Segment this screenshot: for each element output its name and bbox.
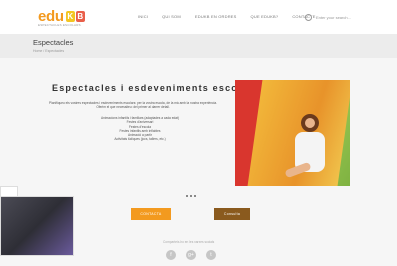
nav-item-qui-som[interactable]: QUI SOM [162, 14, 181, 19]
logo-k-block: K [65, 10, 75, 22]
carousel-dot[interactable] [194, 195, 196, 197]
site-header: edu K B ESPECTACLES ESCOLARS INICI QUI S… [0, 0, 397, 35]
facebook-icon[interactable]: f [166, 250, 176, 260]
overlay-thumbnail[interactable] [0, 196, 74, 256]
section-heading: Espectacles i esdeveniments escolars [52, 83, 259, 93]
consulta-button[interactable]: Consulta [214, 208, 250, 220]
carousel-dot[interactable] [190, 195, 192, 197]
logo-b-block: B [75, 10, 85, 22]
services-list: Animacions infantils i familiars (adapta… [80, 116, 200, 142]
carousel-dot[interactable] [186, 195, 188, 197]
twitter-icon[interactable]: t [206, 250, 216, 260]
search-icon[interactable] [305, 14, 312, 21]
hero-photo [235, 80, 350, 186]
logo-tagline: ESPECTACLES ESCOLARS [38, 23, 81, 27]
social-links: f g+ t [166, 250, 226, 260]
logo-edu-text: edu [38, 7, 64, 25]
share-label: Comparteix-ho en les xarxes socials [163, 240, 215, 244]
contacta-button[interactable]: CONTACTA [131, 208, 171, 220]
photo-child-head [301, 114, 319, 132]
main-nav: INICI QUI SOM EDUKB EN ORDRES QUE EDUKB?… [138, 14, 330, 19]
logo-kb-blocks: K B [65, 10, 85, 22]
breadcrumb[interactable]: Home / Espectacles [33, 49, 64, 53]
search-box[interactable]: Enter your search... [305, 14, 351, 21]
nav-item-inici[interactable]: INICI [138, 14, 148, 19]
intro-paragraph: Planifiqueu els vostres espectacles i es… [49, 101, 217, 110]
page-title: Espectacles [33, 38, 74, 47]
nav-item-que-edukb[interactable]: QUE EDUKB? [251, 14, 279, 19]
thumbnail-image [1, 197, 73, 255]
search-input[interactable]: Enter your search... [316, 15, 351, 20]
carousel-dots[interactable] [186, 195, 198, 197]
nav-item-edukb-ordres[interactable]: EDUKB EN ORDRES [195, 14, 237, 19]
list-item: Activitats lúdiques (jocs, tallers, etc.… [114, 137, 166, 142]
google-plus-icon[interactable]: g+ [186, 250, 196, 260]
